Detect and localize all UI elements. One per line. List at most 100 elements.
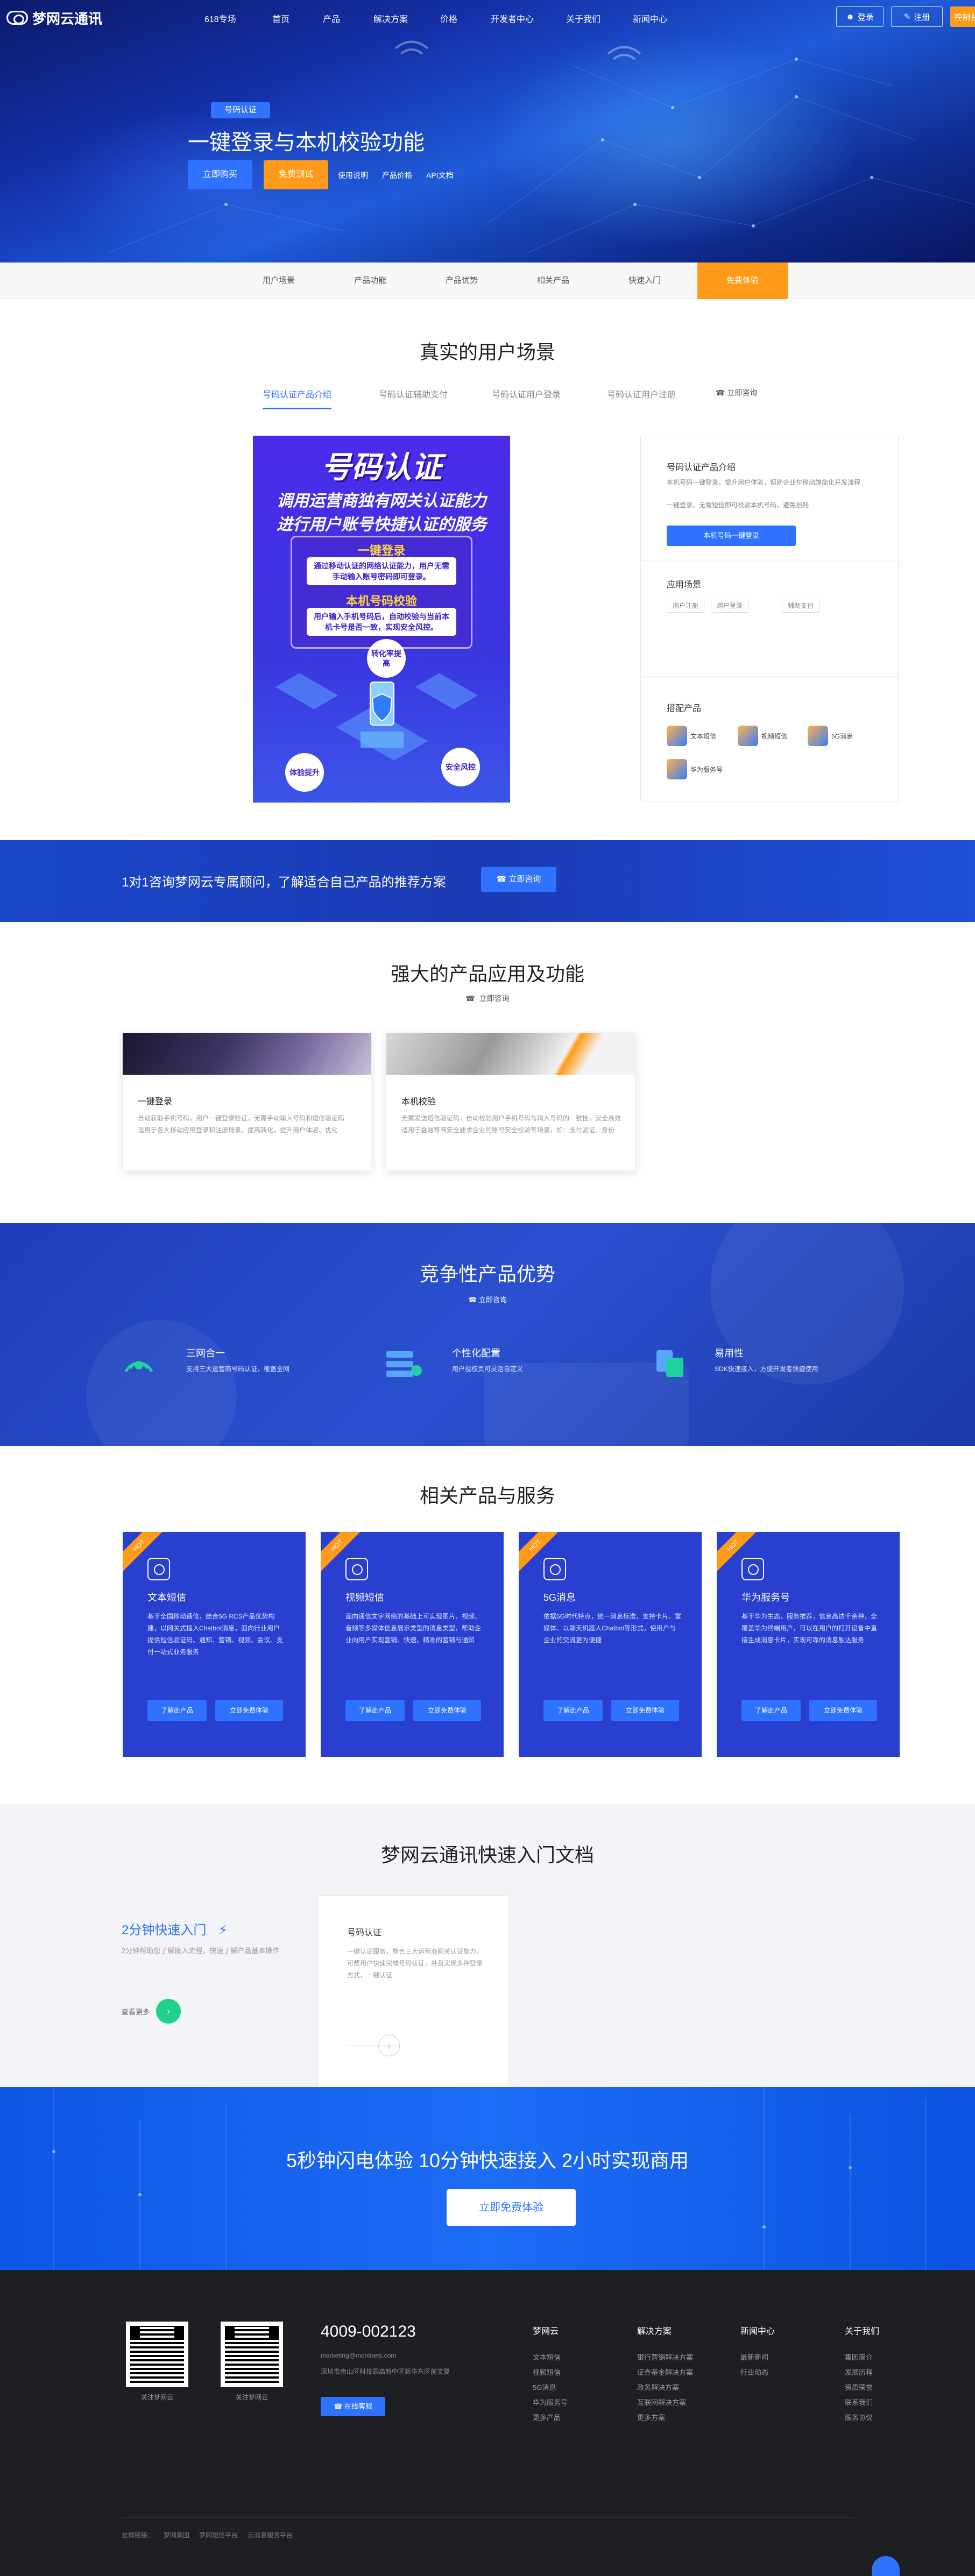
hotline: 4009-002123 xyxy=(321,2323,416,2340)
free-trial-button[interactable]: 立即免费体验 xyxy=(413,1700,481,1721)
doc-card[interactable]: 号码认证 一键认证服务，整合三大运营商网关认证能力，可帮用户快速完成号码认证，并… xyxy=(317,1896,509,2097)
bundle-product[interactable]: 华为服务号 xyxy=(667,759,723,779)
nav-item-home[interactable]: 首页 xyxy=(272,12,289,25)
footer-link[interactable]: 华为服务号 xyxy=(533,2397,568,2407)
pricing-link[interactable]: 产品价格 xyxy=(382,170,412,181)
learn-more-button[interactable]: 了解此产品 xyxy=(543,1700,603,1721)
subnav-advantages[interactable]: 产品优势 xyxy=(416,262,507,299)
nav-item-pricing[interactable]: 价格 xyxy=(440,12,457,25)
footer-link[interactable]: 文本短信 xyxy=(533,2352,561,2362)
footer-divider xyxy=(122,2517,853,2518)
register-button[interactable]: ✎ 注册 xyxy=(891,6,943,27)
footer-link[interactable]: 银行营销解决方案 xyxy=(637,2352,693,2362)
nav-item-products[interactable]: 产品 xyxy=(323,12,340,25)
quickstart-title: 2分钟快速入门 ⚡ xyxy=(122,1919,228,1938)
usage-link[interactable]: 使用说明 xyxy=(338,170,368,181)
nav-item-news[interactable]: 新闻中心 xyxy=(633,12,667,25)
buy-now-button[interactable]: 立即购买 xyxy=(188,160,252,189)
friend-link[interactable]: 梦网集团 xyxy=(164,2530,189,2539)
footer-link[interactable]: 政务解决方案 xyxy=(637,2382,679,2392)
contact-address: 深圳市南山区科技园高新中区新华东区前文厦 xyxy=(321,2368,450,2375)
feature-card-verify[interactable]: 本机校验 无需发送短信验证码，自动校验用户手机号码与输入号码的一致性，安全高效 … xyxy=(386,1033,635,1170)
quickstart-title-text: 2分钟快速入门 xyxy=(122,1923,207,1938)
consult-link[interactable]: ☎ 立即咨询 xyxy=(716,387,757,406)
view-more-label: 查看更多 xyxy=(122,2007,150,2016)
qr-caption: 关注梦网云 xyxy=(235,2394,268,2401)
console-button[interactable]: 控制台 xyxy=(950,6,975,27)
footer-link[interactable]: 服务协议 xyxy=(845,2412,873,2422)
footer-col-title: 新闻中心 xyxy=(740,2327,775,2336)
consult-button[interactable]: ☎ 立即咨询 xyxy=(481,867,556,892)
footer-link[interactable]: 更多产品 xyxy=(533,2412,561,2422)
free-trial-button[interactable]: 立即免费体验 xyxy=(809,1700,877,1721)
footer-link[interactable]: 5G消息 xyxy=(533,2382,556,2392)
scene-chip[interactable]: 用户登录 xyxy=(711,599,749,613)
free-trial-button[interactable]: 免费测试 xyxy=(264,160,328,189)
subnav-scenes[interactable]: 用户场景 xyxy=(234,262,324,299)
tab-login[interactable]: 号码认证用户登录 xyxy=(492,387,561,408)
friend-link[interactable]: 梦网短信平台 xyxy=(199,2530,238,2539)
scene-chip[interactable]: 用户注册 xyxy=(667,599,705,613)
online-service-button[interactable]: ☎ 在线客服 xyxy=(321,2397,385,2416)
features-consult-link[interactable]: ☎ 立即咨询 xyxy=(0,993,975,1004)
feature-image xyxy=(386,1033,635,1075)
footer-link[interactable]: 更多方案 xyxy=(637,2412,665,2422)
hero-tag: 号码认证 xyxy=(211,102,270,118)
nav-item-618[interactable]: 618专场 xyxy=(204,12,236,25)
footer-link[interactable]: 最新新闻 xyxy=(740,2352,768,2362)
arrow-right-icon[interactable]: › xyxy=(378,2035,400,2056)
poster-heading: 本机号码校验 xyxy=(345,594,417,608)
bundle-product[interactable]: 文本短信 xyxy=(667,726,716,746)
cta-free-trial-button[interactable]: 立即免费体验 xyxy=(447,2189,576,2226)
tab-register[interactable]: 号码认证用户注册 xyxy=(607,387,676,408)
nav-item-developers[interactable]: 开发者中心 xyxy=(491,12,534,25)
view-more-link[interactable]: 查看更多 › xyxy=(122,1999,181,2024)
subnav-quickstart[interactable]: 快速入门 xyxy=(599,262,690,299)
footer-link[interactable]: 证券基金解决方案 xyxy=(637,2367,693,2377)
learn-more-button[interactable]: 了解此产品 xyxy=(147,1700,207,1721)
api-doc-link[interactable]: API文档 xyxy=(426,170,454,181)
footer-link[interactable]: 发展历程 xyxy=(845,2367,873,2377)
headset-icon: ☎ xyxy=(496,875,507,884)
footer-link[interactable]: 联系我们 xyxy=(845,2397,873,2407)
learn-more-button[interactable]: 了解此产品 xyxy=(741,1700,801,1721)
section-subnav: 用户场景 产品功能 产品优势 相关产品 快速入门 免费体验 xyxy=(0,262,975,299)
free-trial-button[interactable]: 立即免费体验 xyxy=(611,1700,679,1721)
poster-line: 调用运营商独有网关认证能力 xyxy=(277,492,486,510)
feature-text: 自动获取手机号码，用户一键登录验证，无需手动输入号码和短信验证码 适用于各大移动… xyxy=(138,1112,358,1136)
footer-link[interactable]: 集团简介 xyxy=(845,2352,873,2362)
product-poster: 号码认证 调用运营商独有网关认证能力 进行用户账号快捷认证的服务 一键登录 通过… xyxy=(253,436,510,803)
friend-link[interactable]: 云消息服务平台 xyxy=(248,2530,293,2539)
advantages-consult-link[interactable]: ☎ 立即咨询 xyxy=(0,1294,975,1304)
one-click-login-button[interactable]: 本机号码一键登录 xyxy=(667,526,796,546)
footer-col-title: 解决方案 xyxy=(637,2327,672,2336)
nav-item-solutions[interactable]: 解决方案 xyxy=(373,12,408,25)
feature-image xyxy=(123,1033,371,1075)
footer-link[interactable]: 行业动态 xyxy=(740,2367,768,2377)
subnav-features[interactable]: 产品功能 xyxy=(325,262,415,299)
headset-icon: ☎ xyxy=(465,994,475,1003)
bundle-title: 搭配产品 xyxy=(667,704,702,713)
video-sms-icon xyxy=(738,726,758,746)
brand-logo[interactable]: 梦网云通讯 xyxy=(6,9,102,27)
advantage-title: 易用性 xyxy=(715,1348,744,1359)
footer-link[interactable]: 视频短信 xyxy=(533,2367,561,2377)
feature-card-one-click[interactable]: 一键登录 自动获取手机号码，用户一键登录验证，无需手动输入号码和短信验证码 适用… xyxy=(123,1033,371,1170)
scene-chip[interactable]: 辅助支付 xyxy=(782,599,820,613)
scenes-title: 真实的用户场景 xyxy=(419,341,555,363)
learn-more-button[interactable]: 了解此产品 xyxy=(345,1700,405,1721)
bundle-product[interactable]: 5G消息 xyxy=(808,726,853,746)
footer-link[interactable]: 资质荣誉 xyxy=(845,2382,873,2392)
free-trial-button[interactable]: 立即免费体验 xyxy=(215,1700,283,1721)
login-button[interactable]: ☻ 登录 xyxy=(836,6,884,27)
nav-item-about[interactable]: 关于我们 xyxy=(566,12,600,25)
tab-intro[interactable]: 号码认证产品介绍 xyxy=(263,387,332,409)
consult-text: 1对1咨询梦网云专属顾问，了解适合自己产品的推荐方案 xyxy=(122,875,446,890)
subnav-free-trial[interactable]: 免费体验 xyxy=(697,262,788,299)
tab-payment[interactable]: 号码认证辅助支付 xyxy=(379,387,448,408)
intro-text: 本机号码一键登录，提升用户体验，帮助企业在移动端简化开发流程 xyxy=(667,479,861,486)
register-label: 注册 xyxy=(914,12,930,22)
footer-link[interactable]: 互联网解决方案 xyxy=(637,2397,686,2407)
bundle-product[interactable]: 视频短信 xyxy=(738,726,787,746)
subnav-related[interactable]: 相关产品 xyxy=(508,262,598,299)
